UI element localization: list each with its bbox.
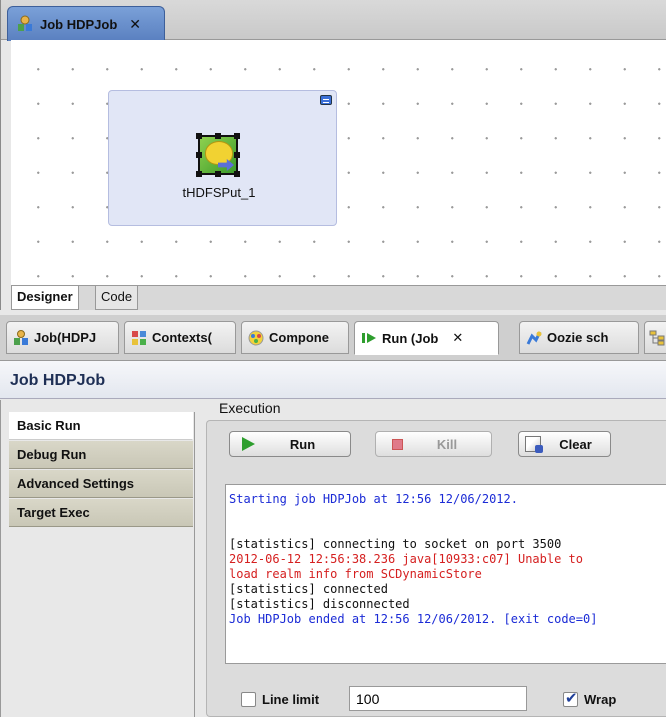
line-limit-checkbox[interactable] <box>241 691 256 707</box>
line-limit-input[interactable] <box>349 686 527 711</box>
wrap-checkbox[interactable] <box>563 689 578 707</box>
view-title: Job HDPJob <box>0 361 666 399</box>
tab-oozie[interactable]: Oozie sch <box>519 321 639 354</box>
tab-run-job[interactable]: Run (Job ✕ <box>354 321 499 355</box>
close-icon[interactable]: ✕ <box>452 330 463 346</box>
job-icon <box>14 329 28 345</box>
tab-oozie-label: Oozie sch <box>547 330 609 345</box>
subjob-menu-icon[interactable] <box>320 95 332 105</box>
editor-tabbar: Job HDPJob ✕ <box>1 0 666 41</box>
wrap-option[interactable]: Wrap <box>563 687 616 711</box>
editor-subtabs: Designer Code <box>11 285 666 310</box>
console-line: [statistics] connected <box>229 582 388 596</box>
play-icon <box>242 437 255 451</box>
stop-icon <box>392 438 403 450</box>
console-line: Job HDPJob ended at 12:56 12/06/2012. [e… <box>229 612 598 626</box>
run-button[interactable]: Run <box>229 431 351 457</box>
run-mode-tabs: Basic Run Debug Run Advanced Settings Ta… <box>9 412 195 717</box>
oozie-icon <box>526 330 542 345</box>
tab-debug-run[interactable]: Debug Run <box>9 441 193 469</box>
views-tabbar: Job(HDPJ Contexts( Compone Run (Job ✕ Oo… <box>0 315 666 361</box>
kill-button-label: Kill <box>436 436 458 452</box>
console-line: Starting job HDPJob at 12:56 12/06/2012. <box>229 492 518 506</box>
console-line: 2012-06-12 12:56:38.236 java[10933:c07] … <box>229 552 584 566</box>
line-limit-label: Line limit <box>262 691 320 707</box>
tab-basic-run[interactable]: Basic Run <box>9 412 193 440</box>
hierarchy-icon <box>649 330 665 345</box>
tab-designer[interactable]: Designer <box>11 286 79 310</box>
contexts-icon <box>132 330 146 345</box>
tab-code[interactable]: Code <box>95 286 139 310</box>
wrap-label: Wrap <box>584 691 617 707</box>
clear-button[interactable]: Clear <box>518 431 611 457</box>
run-icon <box>362 333 376 343</box>
views-panel: Job(HDPJ Contexts( Compone Run (Job ✕ Oo… <box>0 310 666 717</box>
job-editor: Job HDPJob ✕ tHDFSPut_1 Designer Code <box>0 0 666 310</box>
tab-contexts-label: Contexts( <box>152 330 212 345</box>
line-limit-option[interactable]: Line limit <box>241 687 319 711</box>
console-line: [statistics] disconnected <box>229 597 410 611</box>
execution-group: Run Kill Clear Starting job HDPJob at 12… <box>206 420 666 717</box>
tab-job-label: Job(HDPJ <box>34 330 97 345</box>
tab-run-job-label: Run (Job <box>382 330 439 346</box>
tab-component[interactable]: Compone <box>241 321 349 354</box>
console-line: load realm info from SCDynamicStore <box>229 567 482 581</box>
console-line: [statistics] connecting to socket on por… <box>229 537 562 551</box>
tab-component-label: Compone <box>269 330 329 345</box>
kill-button[interactable]: Kill <box>375 431 492 457</box>
component-label: tHDFSPut_1 <box>182 185 256 200</box>
thdfsput-component-icon[interactable] <box>196 133 240 177</box>
execution-label: Execution <box>219 400 281 416</box>
clear-button-label: Clear <box>559 436 592 452</box>
design-canvas[interactable]: tHDFSPut_1 <box>11 40 666 285</box>
tab-contexts[interactable]: Contexts( <box>124 321 236 354</box>
tab-target-exec[interactable]: Target Exec <box>9 499 193 527</box>
tab-overflow[interactable] <box>644 321 666 354</box>
close-icon[interactable]: ✕ <box>129 16 141 33</box>
clear-icon <box>525 436 543 453</box>
editor-tab-job[interactable]: Job HDPJob ✕ <box>7 6 165 41</box>
job-icon <box>18 15 32 31</box>
tab-job[interactable]: Job(HDPJ <box>6 321 119 354</box>
editor-tab-label: Job HDPJob <box>40 16 118 32</box>
tab-advanced-settings[interactable]: Advanced Settings <box>9 470 193 498</box>
run-view-body: Basic Run Debug Run Advanced Settings Ta… <box>0 400 666 717</box>
run-button-label: Run <box>289 436 316 452</box>
component-icon <box>248 330 264 345</box>
subjob-container[interactable]: tHDFSPut_1 <box>108 90 337 226</box>
console-output[interactable]: Starting job HDPJob at 12:56 12/06/2012.… <box>225 484 666 664</box>
